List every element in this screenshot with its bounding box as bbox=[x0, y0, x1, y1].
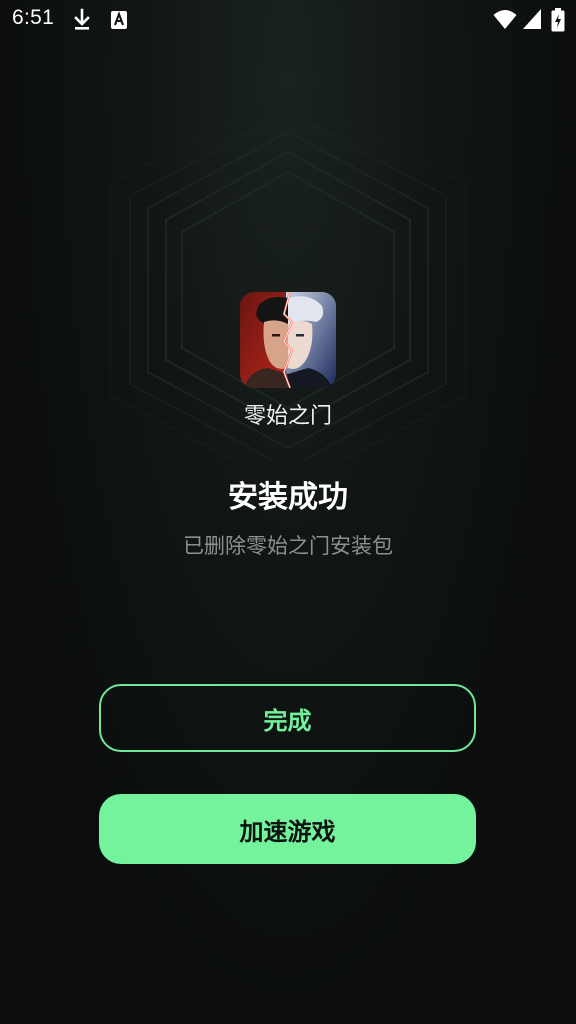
boost-game-button-label: 加速游戏 bbox=[239, 817, 336, 846]
a-icon bbox=[111, 11, 127, 29]
install-success-screen: 6:51 零始之门 安装成功 已删除零始之门安装包 完成 加速游戏 bbox=[0, 0, 576, 1024]
download-icon bbox=[74, 8, 90, 30]
app-icon-artwork bbox=[240, 292, 336, 388]
app-icon bbox=[240, 292, 336, 388]
done-button[interactable]: 完成 bbox=[99, 684, 476, 752]
status-time: 6:51 bbox=[12, 6, 55, 29]
done-button-label: 完成 bbox=[263, 706, 312, 735]
signal-icon bbox=[523, 9, 541, 29]
app-name: 零始之门 bbox=[243, 404, 332, 429]
status-bar: 6:51 bbox=[0, 0, 576, 40]
boost-game-button[interactable]: 加速游戏 bbox=[99, 794, 476, 864]
battery-charging-icon bbox=[551, 8, 565, 32]
install-success-title: 安装成功 bbox=[228, 480, 348, 515]
install-package-deleted-text: 已删除零始之门安装包 bbox=[183, 534, 393, 558]
wifi-icon bbox=[493, 10, 517, 29]
